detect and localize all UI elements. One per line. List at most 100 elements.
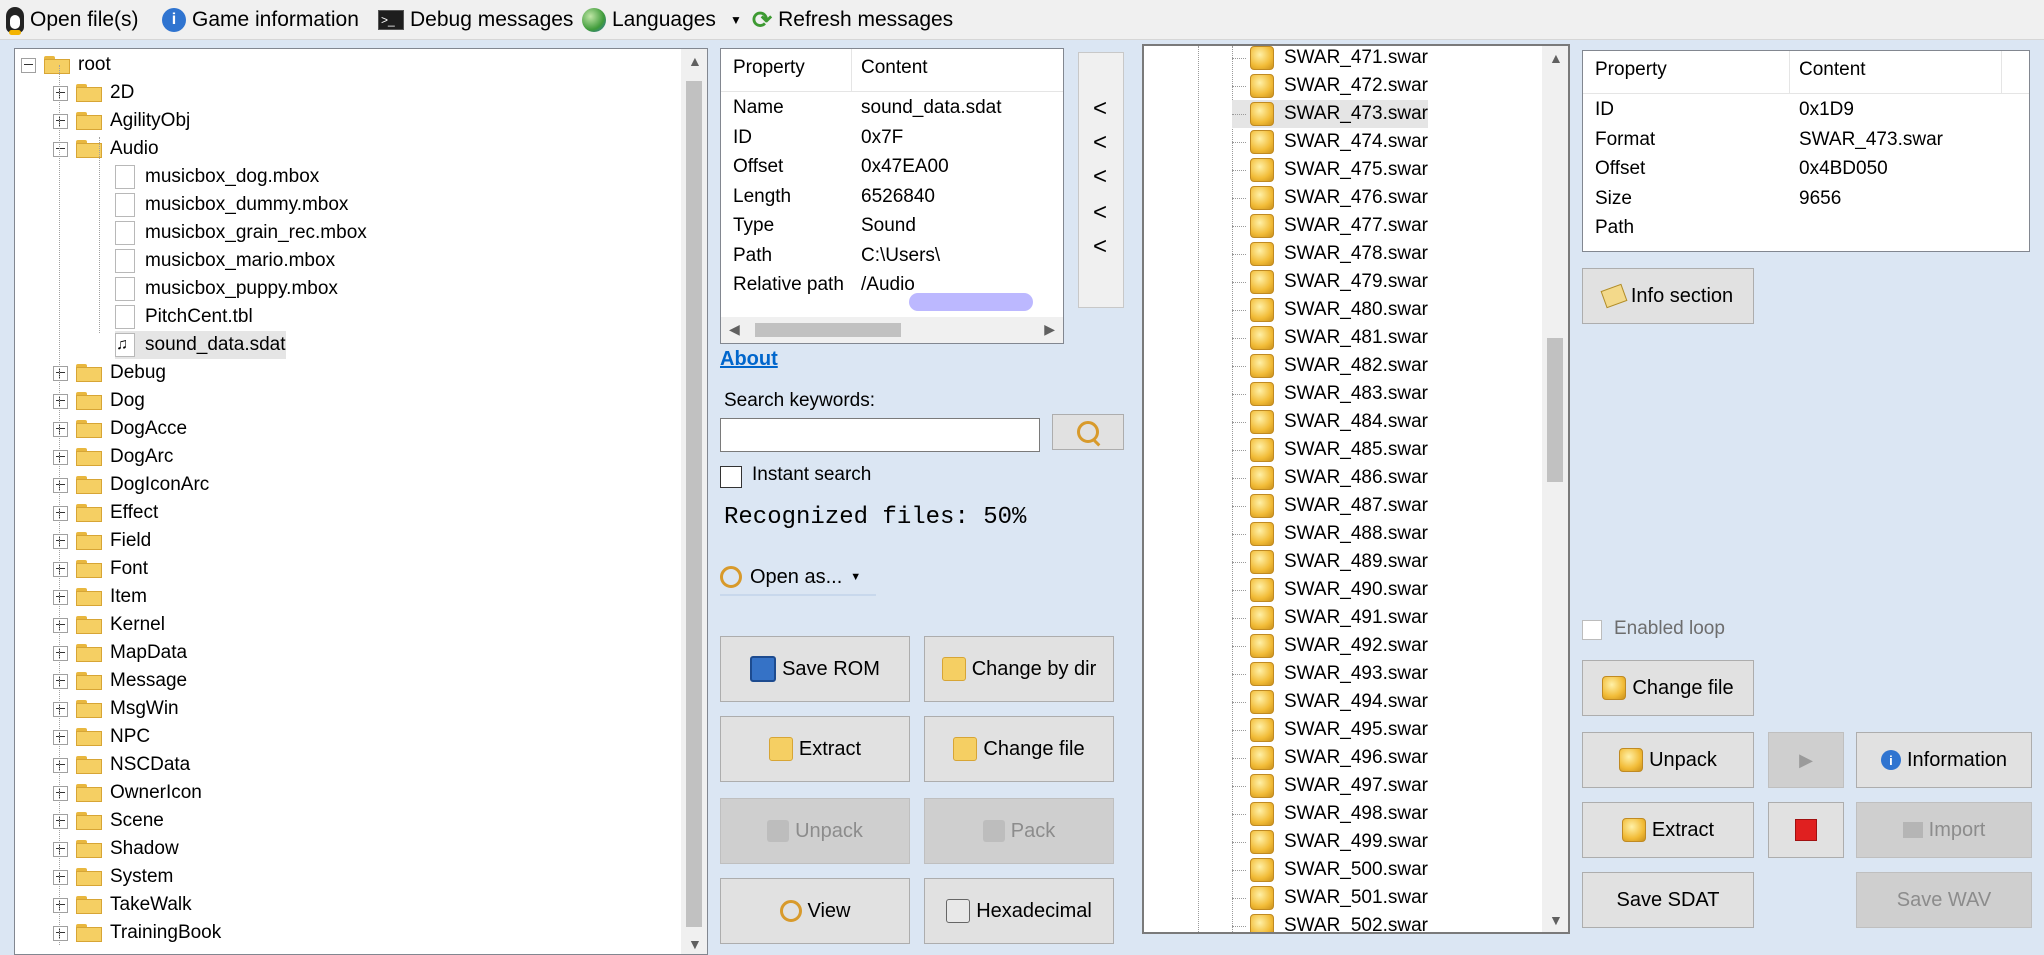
scroll-left-arrow[interactable]: ◀ xyxy=(729,321,740,338)
stop-button[interactable] xyxy=(1768,802,1844,858)
tree-folder[interactable]: NSCData xyxy=(53,751,190,779)
file-list-item[interactable]: SWAR_485.swar xyxy=(1232,436,1428,464)
file-list-item[interactable]: SWAR_499.swar xyxy=(1232,828,1428,856)
file-list-item[interactable]: SWAR_501.swar xyxy=(1232,884,1428,912)
unpack-sound-button[interactable]: Unpack xyxy=(1582,732,1754,788)
tree-folder[interactable]: System xyxy=(53,863,173,891)
expand-icon[interactable] xyxy=(53,617,68,633)
extract-button[interactable]: Extract xyxy=(720,716,910,782)
property-value[interactable]: 0x4BD050 xyxy=(1799,158,1888,180)
property-column-header[interactable]: Property xyxy=(733,57,805,79)
file-list-item[interactable]: SWAR_487.swar xyxy=(1232,492,1428,520)
save-wav-button[interactable]: Save WAV xyxy=(1856,872,2032,928)
property-value[interactable]: C:\Users\ xyxy=(861,245,940,267)
enabled-loop-checkbox[interactable] xyxy=(1582,620,1602,640)
back-button-4[interactable]: < xyxy=(1093,199,1107,227)
information-button[interactable]: i Information xyxy=(1856,732,2032,788)
unpack-button[interactable]: Unpack xyxy=(720,798,910,864)
change-file-button[interactable]: Change file xyxy=(924,716,1114,782)
back-button-3[interactable]: < xyxy=(1093,163,1107,191)
property-value[interactable]: sound_data.sdat xyxy=(861,97,1002,119)
scroll-down-arrow[interactable]: ▼ xyxy=(1549,912,1563,928)
back-button-1[interactable]: < xyxy=(1093,95,1107,123)
file-list-item[interactable]: SWAR_471.swar xyxy=(1232,46,1428,72)
file-list-item[interactable]: SWAR_472.swar xyxy=(1232,72,1428,100)
tree-file[interactable]: musicbox_dummy.mbox xyxy=(115,191,348,219)
tree-folder[interactable]: Debug xyxy=(53,359,166,387)
file-list-item[interactable]: SWAR_481.swar xyxy=(1232,324,1428,352)
tree-folder[interactable]: Item xyxy=(53,583,147,611)
sdat-file-list[interactable]: SWAR_471.swar SWAR_472.swar SWAR_473.swar S… xyxy=(1142,44,1570,934)
expand-icon[interactable] xyxy=(53,757,68,773)
file-list-item[interactable]: SWAR_489.swar xyxy=(1232,548,1428,576)
file-list-item[interactable]: SWAR_498.swar xyxy=(1232,800,1428,828)
properties-hscrollbar[interactable]: ◀ ▶ xyxy=(721,317,1063,343)
game-information-button[interactable]: i Game information xyxy=(162,4,359,36)
about-link[interactable]: About xyxy=(720,348,778,371)
tree-folder[interactable]: TrainingBook xyxy=(53,919,221,947)
tree-folder[interactable]: Audio xyxy=(53,135,159,163)
folder-tree[interactable]: root 2D AgilityObj Audio musicbox_dog.mbox mu… xyxy=(14,48,708,955)
file-list-item[interactable]: SWAR_500.swar xyxy=(1232,856,1428,884)
tree-scrollbar[interactable]: ▲ ▼ xyxy=(681,49,707,954)
property-value[interactable]: 0x47EA00 xyxy=(861,156,949,178)
tree-folder[interactable]: MapData xyxy=(53,639,187,667)
file-list-item[interactable]: SWAR_483.swar xyxy=(1232,380,1428,408)
open-files-button[interactable]: Open file(s) xyxy=(6,4,139,36)
file-list-item[interactable]: SWAR_476.swar xyxy=(1232,184,1428,212)
filelist-scrollbar[interactable]: ▲ ▼ xyxy=(1542,46,1568,932)
file-list-item[interactable]: SWAR_482.swar xyxy=(1232,352,1428,380)
file-list-item[interactable]: SWAR_492.swar xyxy=(1232,632,1428,660)
tree-folder[interactable]: Effect xyxy=(53,499,158,527)
search-input[interactable] xyxy=(720,418,1040,452)
tree-folder[interactable]: Dog xyxy=(53,387,145,415)
tree-file[interactable]: musicbox_mario.mbox xyxy=(115,247,335,275)
property-value[interactable]: 0x7F xyxy=(861,127,903,149)
content-column-header[interactable]: Content xyxy=(861,57,928,79)
sound-properties-table[interactable]: Property Content ID 0x1D9 Format SWAR_473.s… xyxy=(1582,50,2030,252)
extract-sound-button[interactable]: Extract xyxy=(1582,802,1754,858)
file-list-item[interactable]: SWAR_478.swar xyxy=(1232,240,1428,268)
tree-folder[interactable]: Shadow xyxy=(53,835,179,863)
save-sdat-button[interactable]: Save SDAT xyxy=(1582,872,1754,928)
tree-folder[interactable]: MsgWin xyxy=(53,695,179,723)
tree-folder[interactable]: Scene xyxy=(53,807,164,835)
file-list-item[interactable]: SWAR_496.swar xyxy=(1232,744,1428,772)
view-button[interactable]: View xyxy=(720,878,910,944)
tree-folder[interactable]: 2D xyxy=(53,79,134,107)
tree-folder[interactable]: TakeWalk xyxy=(53,891,192,919)
file-list-item[interactable]: SWAR_495.swar xyxy=(1232,716,1428,744)
file-list-item[interactable]: SWAR_479.swar xyxy=(1232,268,1428,296)
back-button-5[interactable]: < xyxy=(1093,233,1107,261)
back-button-2[interactable]: < xyxy=(1093,129,1107,157)
expand-icon[interactable] xyxy=(53,449,68,465)
filelist-scroll-thumb[interactable] xyxy=(1547,338,1563,482)
tree-folder[interactable]: Field xyxy=(53,527,151,555)
open-as-dropdown[interactable]: Open as... ▼ xyxy=(720,560,876,596)
property-column-header[interactable]: Property xyxy=(1595,59,1667,81)
file-list-item[interactable]: SWAR_494.swar xyxy=(1232,688,1428,716)
expand-icon[interactable] xyxy=(53,841,68,857)
tree-folder[interactable]: DogIconArc xyxy=(53,471,209,499)
expand-icon[interactable] xyxy=(53,729,68,745)
tree-file-selected[interactable]: ♫ sound_data.sdat xyxy=(115,331,286,359)
file-list-item[interactable]: SWAR_502.swar xyxy=(1232,912,1428,932)
expand-icon[interactable] xyxy=(53,505,68,521)
expand-icon[interactable] xyxy=(53,561,68,577)
tree-folder[interactable]: DogArc xyxy=(53,443,173,471)
file-list-item[interactable]: SWAR_493.swar xyxy=(1232,660,1428,688)
properties-hscroll-thumb[interactable] xyxy=(755,323,901,337)
pack-button[interactable]: Pack xyxy=(924,798,1114,864)
file-list-item[interactable]: SWAR_497.swar xyxy=(1232,772,1428,800)
change-by-dir-button[interactable]: Change by dir xyxy=(924,636,1114,702)
collapse-icon[interactable] xyxy=(53,141,68,157)
property-value[interactable]: 6526840 xyxy=(861,186,935,208)
file-list-item[interactable]: SWAR_474.swar xyxy=(1232,128,1428,156)
collapse-icon[interactable] xyxy=(21,57,36,73)
file-list-item[interactable]: SWAR_486.swar xyxy=(1232,464,1428,492)
expand-icon[interactable] xyxy=(53,393,68,409)
info-section-button[interactable]: Info section xyxy=(1582,268,1754,324)
tree-file[interactable]: musicbox_dog.mbox xyxy=(115,163,319,191)
file-list-item[interactable]: SWAR_484.swar xyxy=(1232,408,1428,436)
property-value[interactable]: Sound xyxy=(861,215,916,237)
